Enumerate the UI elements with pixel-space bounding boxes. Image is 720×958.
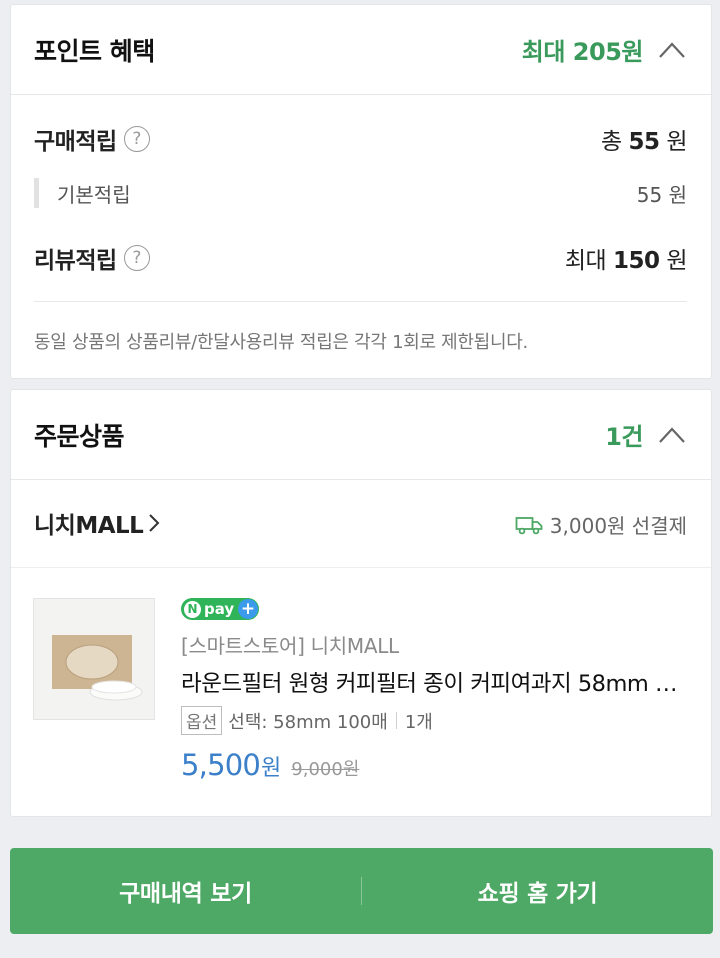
- basic-points-value: 55 원: [636, 182, 687, 207]
- plus-icon: +: [238, 599, 258, 619]
- product-price: 5,500 원 9,000원: [181, 748, 359, 782]
- review-points-value: 최대 150 원: [564, 248, 688, 274]
- points-header[interactable]: 포인트 혜택 최대 205원: [11, 5, 711, 95]
- product-thumbnail[interactable]: [33, 598, 155, 720]
- help-icon[interactable]: ?: [123, 245, 150, 271]
- chevron-up-icon[interactable]: [657, 424, 687, 446]
- option-value: 선택: 58mm 100매: [228, 711, 388, 733]
- points-benefit-card: 포인트 혜택 최대 205원 구매적립 ? 총 55 원 기본적립 55 원 리…: [10, 4, 712, 379]
- divider: [34, 301, 687, 302]
- sale-price: 5,500: [181, 748, 261, 782]
- review-points-row: 리뷰적립 ? 최대 150 원: [34, 241, 687, 275]
- seller-name: 니치MALL: [34, 513, 144, 539]
- review-limit-notice: 동일 상품의 상품리뷰/한달사용리뷰 적립은 각각 1회로 제한됩니다.: [34, 332, 528, 353]
- basic-points-label: 기본적립: [57, 182, 131, 207]
- option-separator: [395, 712, 397, 729]
- bottom-action-bar: 구매내역 보기 쇼핑 홈 가기: [10, 848, 713, 934]
- indent-bar: [34, 178, 39, 208]
- order-title: 주문상품: [34, 422, 125, 451]
- order-items-card: 주문상품 1건 니치MALL 3,000원 선결제 N pay + [스마트스토…: [10, 389, 712, 817]
- points-max-value: 최대 205원: [521, 38, 644, 66]
- purchase-history-button[interactable]: 구매내역 보기: [10, 848, 361, 934]
- shopping-home-button[interactable]: 쇼핑 홈 가기: [362, 848, 713, 934]
- order-count: 1건: [605, 417, 687, 452]
- purchase-points-value: 총 55 원: [601, 129, 687, 155]
- naver-n-icon: N: [184, 600, 201, 618]
- seller-row: 니치MALL 3,000원 선결제: [11, 480, 711, 568]
- shipping-text: 3,000원 선결제: [549, 514, 687, 538]
- option-tag: 옵션: [181, 706, 223, 735]
- original-price: 9,000원: [291, 759, 360, 780]
- store-name: [스마트스토어] 니치MALL: [181, 634, 399, 658]
- points-max: 최대 205원: [522, 32, 687, 67]
- product-image: [34, 599, 154, 719]
- product-item[interactable]: N pay + [스마트스토어] 니치MALL 라운드필터 원형 커피필터 종이…: [11, 568, 711, 818]
- shipping-info: 3,000원 선결제: [515, 510, 687, 539]
- purchase-points-label: 구매적립: [34, 129, 117, 155]
- seller-link[interactable]: 니치MALL: [34, 506, 160, 540]
- product-name[interactable]: 라운드필터 원형 커피필터 종이 커피여과지 58mm 100매: [181, 666, 691, 698]
- npay-label: pay: [204, 600, 235, 618]
- review-points-label: 리뷰적립: [34, 248, 117, 274]
- product-options: 옵션 선택: 58mm 100매 1개: [181, 706, 433, 735]
- points-title: 포인트 혜택: [34, 37, 155, 66]
- purchase-points-row: 구매적립 ? 총 55 원: [34, 122, 687, 156]
- quantity: 1개: [404, 711, 433, 733]
- help-icon[interactable]: ?: [123, 126, 150, 152]
- truck-icon: [515, 516, 543, 534]
- npay-plus-badge: N pay +: [181, 598, 259, 620]
- chevron-right-icon: [149, 514, 160, 532]
- order-header[interactable]: 주문상품 1건: [11, 390, 711, 480]
- order-count-value: 1건: [605, 423, 643, 451]
- basic-points-row: 기본적립 55 원: [34, 178, 687, 208]
- chevron-up-icon[interactable]: [657, 39, 687, 61]
- price-unit: 원: [261, 756, 282, 781]
